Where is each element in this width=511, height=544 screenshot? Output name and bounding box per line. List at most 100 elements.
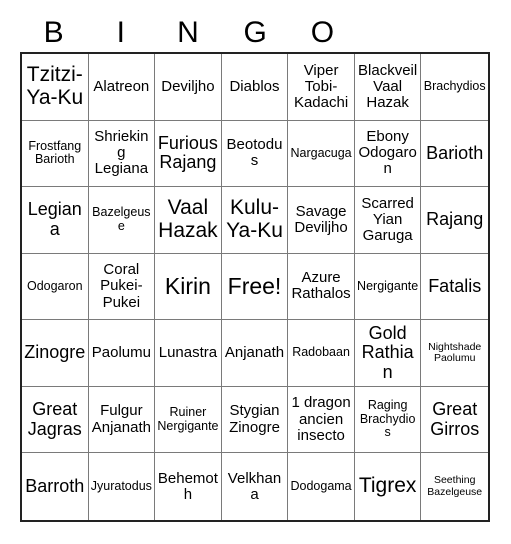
bingo-cell-label: Nargacuga xyxy=(290,145,352,160)
bingo-cell[interactable]: Stygian Zinogre xyxy=(221,386,289,454)
bingo-cell-label: Beotodus xyxy=(226,136,283,170)
bingo-cell[interactable]: Coral Pukei-Pukei xyxy=(88,253,156,321)
bingo-cell[interactable]: Beotodus xyxy=(221,120,289,188)
bingo-cell[interactable]: Odogaron xyxy=(22,253,89,321)
bingo-cell-label: Coral Pukei-Pukei xyxy=(100,261,143,311)
bingo-cell-label: Fatalis xyxy=(428,275,482,296)
bingo-cell[interactable]: 1 dragon ancien insecto xyxy=(288,386,355,454)
bingo-cell[interactable]: Barioth xyxy=(421,120,488,188)
bingo-cell-label: Blackveil Vaal Hazak xyxy=(358,61,418,111)
bingo-cell-label: Deviljho xyxy=(161,77,215,95)
header-letter-o: O xyxy=(310,16,335,49)
bingo-cell-label: Free! xyxy=(227,273,282,300)
bingo-cell-label: Furious Rajang xyxy=(157,132,218,173)
bingo-cell-label: Viper Tobi-Kadachi xyxy=(293,61,349,111)
bingo-cell-label: Behemoth xyxy=(157,469,218,503)
header-letter-i: I xyxy=(116,16,125,49)
bingo-cell[interactable]: Paolumu xyxy=(88,320,156,387)
bingo-cell-label: Legiana xyxy=(27,199,82,239)
bingo-cell-label: Barioth xyxy=(426,142,484,163)
bingo-cell-label: Velkhana xyxy=(227,469,282,503)
bingo-cell[interactable]: Ebony Odogaron xyxy=(354,120,422,188)
bingo-cell[interactable]: Fulgur Anjanath xyxy=(88,386,156,454)
bingo-cell[interactable]: Great Girros xyxy=(421,386,488,454)
bingo-cell-label: Great Girros xyxy=(430,399,480,439)
bingo-cell[interactable]: Tigrex xyxy=(354,453,422,520)
bingo-cell-label: Nergigante xyxy=(357,278,419,293)
bingo-cell[interactable]: Vaal Hazak xyxy=(155,187,222,254)
bingo-cell-label: Savage Deviljho xyxy=(294,202,348,236)
bingo-cell[interactable]: Kirin xyxy=(155,253,222,321)
bingo-cell-label: Jyuratodus xyxy=(90,478,152,493)
bingo-cell-label: Diablos xyxy=(229,77,280,95)
bingo-cell-label: Azure Rathalos xyxy=(291,269,351,303)
bingo-cell-label: Ebony Odogaron xyxy=(358,128,417,178)
bingo-cell[interactable]: Savage Deviljho xyxy=(288,187,355,254)
bingo-cell[interactable]: Blackveil Vaal Hazak xyxy=(354,54,422,121)
bingo-cell[interactable]: Zinogre xyxy=(22,320,89,387)
bingo-cell-label: Barroth xyxy=(25,475,85,496)
bingo-cell-label: Paolumu xyxy=(91,343,151,361)
bingo-cell[interactable]: Jyuratodus xyxy=(88,453,156,520)
header-letter-g: G xyxy=(243,16,267,49)
bingo-cell[interactable]: Kulu-Ya-Ku xyxy=(221,187,289,254)
bingo-cell-label: Scarred Yian Garuga xyxy=(361,194,414,245)
bingo-cell-label: Ruiner Nergigante xyxy=(157,405,219,433)
bingo-cell[interactable]: Velkhana xyxy=(221,453,289,520)
bingo-cell[interactable]: Diablos xyxy=(221,54,289,121)
bingo-cell[interactable]: Nargacuga xyxy=(288,120,355,188)
bingo-cell-label: Anjanath xyxy=(224,343,285,361)
bingo-card: B I N G O Tzitzi-Ya-Ku Alatreon Deviljho Diablo… xyxy=(0,0,511,544)
bingo-cell[interactable]: Barroth xyxy=(22,453,89,520)
bingo-cell[interactable]: Alatreon xyxy=(88,54,156,121)
bingo-cell[interactable]: Nergigante xyxy=(354,253,422,321)
bingo-cell[interactable]: Dodogama xyxy=(288,453,355,520)
bingo-cell[interactable]: Legiana xyxy=(22,187,89,254)
bingo-cell[interactable]: Great Jagras xyxy=(22,386,89,454)
bingo-cell[interactable]: Raging Brachydios xyxy=(354,386,422,454)
bingo-cell-label: Kirin xyxy=(164,273,211,300)
bingo-cell[interactable]: Viper Tobi-Kadachi xyxy=(288,54,355,121)
bingo-cell-label: Kulu-Ya-Ku xyxy=(226,196,283,242)
bingo-cell-label: Tigrex xyxy=(358,474,417,498)
bingo-cell-label: 1 dragon ancien insecto xyxy=(291,394,351,444)
bingo-cell[interactable]: Seething Bazelgeuse xyxy=(421,453,488,520)
bingo-cell-label: Raging Brachydios xyxy=(359,398,416,440)
bingo-cell-label: Odogaron xyxy=(26,278,83,293)
bingo-cell[interactable]: Rajang xyxy=(421,187,488,254)
bingo-cell-label: Nightshade Paolumu xyxy=(428,340,482,365)
bingo-cell[interactable]: Gold Rathian xyxy=(354,320,422,387)
bingo-cell[interactable]: Fatalis xyxy=(421,253,488,321)
bingo-cell[interactable]: Tzitzi-Ya-Ku xyxy=(22,54,89,121)
bingo-cell[interactable]: Behemoth xyxy=(155,453,222,520)
bingo-cell[interactable]: Nightshade Paolumu xyxy=(421,320,488,387)
bingo-cell-free[interactable]: Free! xyxy=(221,253,289,321)
bingo-cell-label: Gold Rathian xyxy=(361,322,414,382)
bingo-cell-label: Shrieking Legiana xyxy=(94,128,149,178)
bingo-cell[interactable]: Frostfang Barioth xyxy=(22,120,89,188)
bingo-cell[interactable]: Anjanath xyxy=(221,320,289,387)
bingo-cell[interactable]: Lunastra xyxy=(155,320,222,387)
header-letter-n: N xyxy=(177,16,199,49)
bingo-cell[interactable]: Azure Rathalos xyxy=(288,253,355,321)
bingo-cell[interactable]: Deviljho xyxy=(155,54,222,121)
bingo-header: BINGO xyxy=(20,16,356,50)
bingo-cell-label: Seething Bazelgeuse xyxy=(427,474,483,498)
bingo-cell-label: Radobaan xyxy=(292,345,350,360)
bingo-cell-label: Tzitzi-Ya-Ku xyxy=(26,63,84,109)
bingo-cell[interactable]: Brachydios xyxy=(421,54,488,121)
bingo-cell[interactable]: Shrieking Legiana xyxy=(88,120,156,188)
bingo-cell[interactable]: Scarred Yian Garuga xyxy=(354,187,422,254)
bingo-cell-label: Lunastra xyxy=(158,343,218,361)
header-letter-b: B xyxy=(43,16,64,49)
bingo-cell-label: Stygian Zinogre xyxy=(229,402,280,436)
bingo-cell-label: Vaal Hazak xyxy=(158,196,218,242)
bingo-cell[interactable]: Furious Rajang xyxy=(155,120,222,188)
bingo-grid[interactable]: Tzitzi-Ya-Ku Alatreon Deviljho Diablos Viper… xyxy=(20,52,490,522)
bingo-cell-label: Brachydios xyxy=(423,79,486,94)
bingo-cell[interactable]: Ruiner Nergigante xyxy=(155,386,222,454)
bingo-cell[interactable]: Radobaan xyxy=(288,320,355,387)
bingo-cell[interactable]: Bazelgeuse xyxy=(88,187,156,254)
bingo-cell-label: Fulgur Anjanath xyxy=(91,402,151,436)
bingo-cell-label: Frostfang Barioth xyxy=(28,138,82,167)
